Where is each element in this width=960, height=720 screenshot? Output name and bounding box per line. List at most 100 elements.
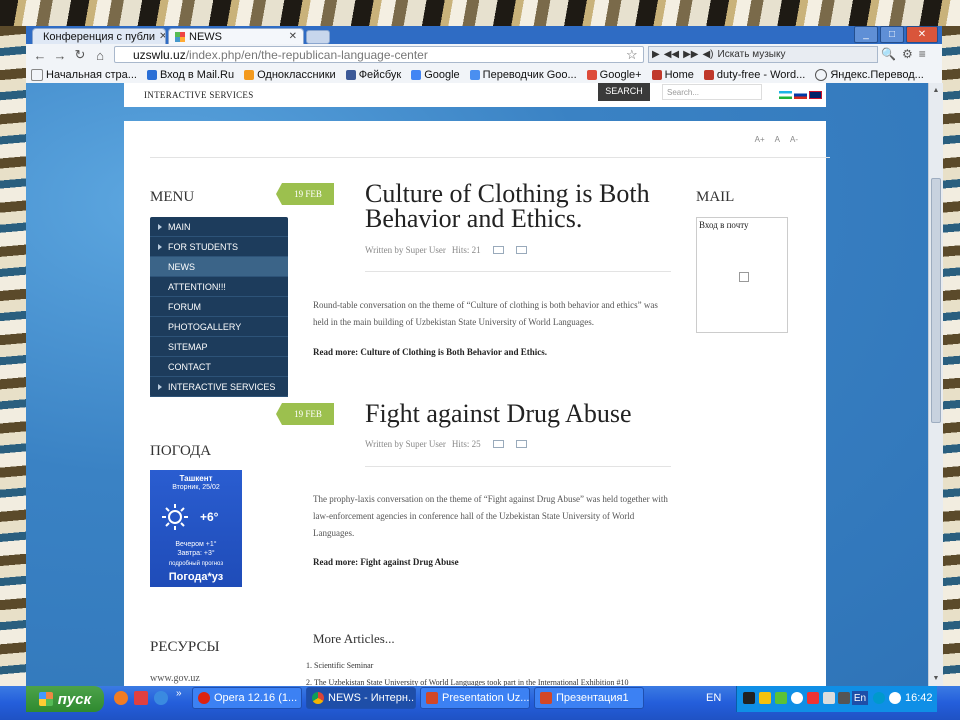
weather-widget[interactable]: Ташкент Вторник, 25/02 +6° Вечером +1° З… <box>150 470 242 587</box>
article-title[interactable]: Culture of Clothing is Both Behavior and… <box>365 181 685 232</box>
bookmark-item[interactable]: Фейсбук <box>341 69 407 81</box>
decorative-border-right <box>942 26 960 691</box>
maximize-button[interactable]: □ <box>880 26 904 43</box>
email-icon[interactable] <box>515 246 527 254</box>
scroll-thumb[interactable] <box>931 178 941 423</box>
next-track-icon[interactable]: ▶▶ <box>683 49 698 60</box>
russian-flag-icon[interactable] <box>794 91 807 99</box>
search-input[interactable]: Search... <box>662 84 762 100</box>
start-button[interactable]: пуск <box>26 686 104 712</box>
bookmark-item[interactable]: Вход в Mail.Ru <box>142 69 239 81</box>
bookmark-item[interactable]: duty-free - Word... <box>699 69 810 81</box>
menu-item-news[interactable]: NEWS <box>150 257 288 277</box>
print-icon[interactable] <box>492 440 504 448</box>
volume-icon[interactable] <box>838 692 850 704</box>
menu-item-for-students[interactable]: FOR STUDENTS <box>150 237 288 257</box>
network-icon[interactable] <box>823 692 835 704</box>
article-title[interactable]: Fight against Drug Abuse <box>365 401 685 427</box>
address-bar[interactable]: uzswlu.uz/index.php/en/the-republican-la… <box>114 46 644 63</box>
scroll-down-icon[interactable]: ▼ <box>931 673 941 683</box>
search-icon[interactable]: 🔍 <box>881 47 896 61</box>
bookmark-item[interactable]: Google <box>406 69 464 81</box>
taskbar-item-chrome[interactable]: NEWS - Интерн... <box>306 687 416 709</box>
bookmark-item[interactable]: Google+ <box>582 69 647 81</box>
nav-interactive-services[interactable]: INTERACTIVE SERVICES <box>144 90 254 100</box>
bookmark-item[interactable]: Начальная стра... <box>26 68 142 81</box>
skype-icon[interactable] <box>873 692 885 704</box>
home-icon[interactable]: ⌂ <box>92 47 108 63</box>
menu-item-sitemap[interactable]: SITEMAP <box>150 337 288 357</box>
weather-detail-link[interactable]: подробный прогноз <box>150 561 242 567</box>
yandex-translate-icon <box>815 68 828 81</box>
scroll-up-icon[interactable]: ▲ <box>931 85 941 95</box>
media-player-icon[interactable] <box>743 692 755 704</box>
taskbar-item-presentation[interactable]: Presentation Uz... <box>420 687 530 709</box>
menu-item-contact[interactable]: CONTACT <box>150 357 288 377</box>
mail-login-link[interactable]: Вход в почту <box>699 220 749 230</box>
close-tab-icon[interactable]: ✕ <box>159 31 165 42</box>
keyboard-language-indicator[interactable]: En <box>852 691 868 705</box>
more-article-link[interactable]: Scientific Seminar <box>314 657 628 674</box>
chat-icon[interactable] <box>791 692 803 704</box>
menu-item-forum[interactable]: FORUM <box>150 297 288 317</box>
language-indicator[interactable]: EN <box>706 692 721 704</box>
bookmark-item[interactable]: Яндекс.Перевод... <box>810 68 929 81</box>
font-reset-button[interactable]: A <box>775 135 780 144</box>
taskbar-item-presentation1[interactable]: Презентация1 <box>534 687 644 709</box>
speaker-icon[interactable]: ◀) <box>702 49 713 60</box>
minimize-button[interactable]: _ <box>854 26 878 43</box>
menu-item-main[interactable]: MAIN <box>150 217 288 237</box>
weather-temperature: +6° <box>200 510 219 524</box>
menu-item-photogallery[interactable]: PHOTOGALLERY <box>150 317 288 337</box>
font-decrease-button[interactable]: A- <box>790 135 798 144</box>
previous-track-icon[interactable]: ◀◀ <box>664 49 679 60</box>
menu-item-attention[interactable]: ATTENTION!!! <box>150 277 288 297</box>
tab-conference[interactable]: Конференция с публи ✕ <box>32 28 166 44</box>
quick-launch-icon[interactable] <box>114 691 128 705</box>
print-icon[interactable] <box>492 246 504 254</box>
weather-city: Ташкент <box>179 474 213 483</box>
clock[interactable]: 16:42 <box>905 692 933 704</box>
read-more-link[interactable]: Read more: Fight against Drug Abuse <box>313 557 459 567</box>
uzbek-flag-icon[interactable] <box>779 91 792 99</box>
forward-arrow-icon[interactable]: → <box>52 47 68 63</box>
vertical-scrollbar[interactable]: ▲ ▼ <box>928 83 943 686</box>
new-tab-button[interactable] <box>306 30 330 44</box>
uk-flag-icon[interactable] <box>809 91 822 99</box>
read-more-link[interactable]: Read more: Culture of Clothing is Both B… <box>313 347 547 357</box>
shield-icon[interactable] <box>807 692 819 704</box>
music-search-bar[interactable]: ▶ ◀◀ ▶▶ ◀) Искать музыку <box>648 46 878 63</box>
resources-link[interactable]: www.gov.uz <box>150 673 200 684</box>
reload-icon[interactable]: ↻ <box>72 47 88 63</box>
article-hits: Hits: 21 <box>451 245 481 255</box>
bookmark-item[interactable]: Home <box>647 69 699 81</box>
bookmark-item[interactable]: Переводчик Goo... <box>465 69 582 81</box>
back-arrow-icon[interactable]: ← <box>32 47 48 63</box>
close-window-button[interactable]: ✕ <box>906 26 938 43</box>
tray-app-icon[interactable] <box>759 692 771 704</box>
browser-window: Конференция с публи ✕ NEWS ✕ _ □ ✕ ← → ↻… <box>26 26 943 686</box>
close-tab-icon[interactable]: ✕ <box>289 31 297 42</box>
quick-launch-icon[interactable] <box>134 691 148 705</box>
bookmark-item[interactable]: Одноклассники <box>239 69 341 81</box>
quick-launch-more-icon[interactable]: » <box>176 688 182 699</box>
menu-icon[interactable]: ≡ <box>919 47 926 61</box>
powerpoint-icon <box>540 692 552 704</box>
tray-app-icon[interactable] <box>775 692 787 704</box>
weather-brand: Погода*уз <box>168 571 224 583</box>
email-icon[interactable] <box>515 440 527 448</box>
tab-news[interactable]: NEWS ✕ <box>168 28 304 44</box>
font-increase-button[interactable]: A+ <box>755 135 765 144</box>
tray-app-icon[interactable] <box>889 692 901 704</box>
gear-icon[interactable]: ⚙ <box>902 47 913 61</box>
more-article-link[interactable]: The Uzbekistan State University of World… <box>314 674 628 686</box>
resources-title: РЕСУРСЫ <box>150 639 220 655</box>
language-flags <box>779 91 822 99</box>
address-path: /index.php/en/the-republican-language-ce… <box>185 48 428 62</box>
search-button[interactable]: SEARCH <box>598 83 650 101</box>
taskbar-item-opera[interactable]: Opera 12.16 (1... <box>192 687 302 709</box>
bookmark-star-icon[interactable]: ☆ <box>626 47 638 63</box>
play-icon[interactable]: ▶ <box>652 49 660 60</box>
menu-item-interactive-services[interactable]: INTERACTIVE SERVICES <box>150 377 288 397</box>
quick-launch-icon[interactable] <box>154 691 168 705</box>
